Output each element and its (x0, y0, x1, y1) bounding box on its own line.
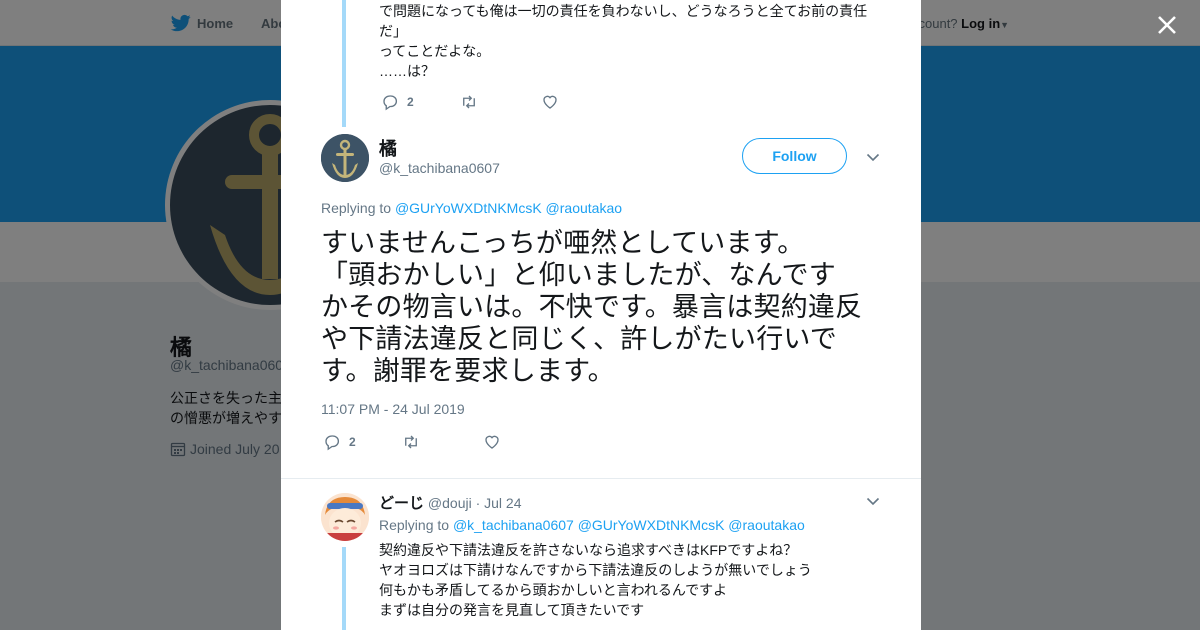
tweet-text-line: 「頭おかしい」と仰いましたが、なんです (321, 260, 836, 290)
divider (281, 478, 921, 479)
chevron-down-icon[interactable] (865, 493, 881, 509)
mention-link[interactable]: @GUrYoWXDtNKMcsK (578, 517, 725, 533)
tweet-text: すいませんこっちが唖然としています。 「頭おかしい」と仰いましたが、なんです か… (321, 227, 881, 387)
reply-author-name[interactable]: どーじ (379, 495, 424, 512)
close-icon[interactable] (1153, 11, 1181, 39)
tweet-text-line: ……は？ (379, 63, 435, 79)
author-handle[interactable]: @k_tachibana0607 (379, 160, 500, 176)
tweet-text-line: す。謝罪を要求します。 (321, 356, 615, 386)
tweet-timestamp[interactable]: 11:07 PM - 24 Jul 2019 (321, 401, 465, 417)
reply-author-handle[interactable]: @douji (428, 495, 472, 511)
reply-action[interactable]: 2 (323, 433, 356, 451)
tweet-text-line: 何もかも矛盾してるから頭おかしいと言われるんですよ (379, 582, 728, 598)
tweet-text-line: だ」 (379, 23, 407, 39)
retweet-action[interactable] (402, 433, 420, 451)
replying-to: Replying to @GUrYoWXDtNKMcsK @raoutakao (321, 200, 622, 216)
reply-count: 2 (349, 435, 356, 449)
anchor-icon (321, 134, 369, 182)
tweet-text-line: ってことだよな。 (379, 43, 491, 59)
main-tweet-actions: 2 (281, 432, 921, 452)
tweet-text-line: すいませんこっちが唖然としています。 (321, 228, 805, 258)
avatar-illustration (321, 493, 369, 541)
like-action[interactable] (541, 93, 559, 111)
tweet-text-line: かその物言いは。不快です。暴言は契約違反 (321, 292, 863, 322)
reply-date[interactable]: · Jul 24 (476, 495, 522, 511)
heart-icon (543, 95, 557, 109)
reply-author-avatar[interactable] (321, 493, 369, 541)
replying-to: Replying to @k_tachibana0607 @GUrYoWXDtN… (379, 517, 805, 533)
replying-label: Replying to (379, 517, 450, 533)
retweet-icon (463, 95, 475, 109)
reply-count: 2 (407, 95, 414, 109)
author-avatar[interactable] (321, 134, 369, 182)
tweet-modal: で問題になっても俺は一切の責任を負わないし、どうなろうと全てお前の責任 だ」 っ… (281, 0, 921, 630)
previous-tweet-actions: 2 (281, 92, 921, 112)
reply-icon (325, 435, 340, 451)
reply-tweet-text: 契約違反や下請法違反を許さないなら追求すべきはKFPですよね？ ヤオヨロズは下請… (379, 540, 879, 620)
reply-action[interactable]: 2 (381, 93, 414, 111)
replying-label: Replying to (321, 200, 392, 216)
thread-line (342, 547, 346, 630)
chevron-down-icon[interactable] (865, 149, 881, 165)
mention-link[interactable]: @GUrYoWXDtNKMcsK (395, 200, 542, 216)
tweet-text-line: まずは自分の発言を見直して頂きたいです (379, 602, 645, 618)
like-action[interactable] (483, 433, 501, 451)
tweet-text-line: や下請法違反と同じく、許しがたい行いで (321, 324, 837, 354)
tweet-text-line: ヤオヨロズは下請けなんですから下請法違反のしようが無いでしょう (379, 562, 812, 578)
heart-icon (485, 435, 499, 449)
mention-link[interactable]: @k_tachibana0607 (453, 517, 574, 533)
retweet-icon (405, 435, 417, 449)
retweet-action[interactable] (460, 93, 478, 111)
mention-link[interactable]: @raoutakao (546, 200, 622, 216)
follow-button[interactable]: Follow (742, 138, 847, 174)
tweet-text-line: で問題になっても俺は一切の責任を負わないし、どうなろうと全てお前の責任 (379, 3, 868, 19)
reply-header: どーじ @douji · Jul 24 (379, 492, 522, 513)
reply-icon (383, 95, 398, 111)
previous-tweet-text: で問題になっても俺は一切の責任を負わないし、どうなろうと全てお前の責任 だ」 っ… (379, 1, 879, 81)
author-name[interactable]: 橘 (379, 135, 397, 161)
tweet-text-line: 契約違反や下請法違反を許さないなら追求すべきはKFPですよね？ (379, 542, 798, 558)
mention-link[interactable]: @raoutakao (728, 517, 804, 533)
